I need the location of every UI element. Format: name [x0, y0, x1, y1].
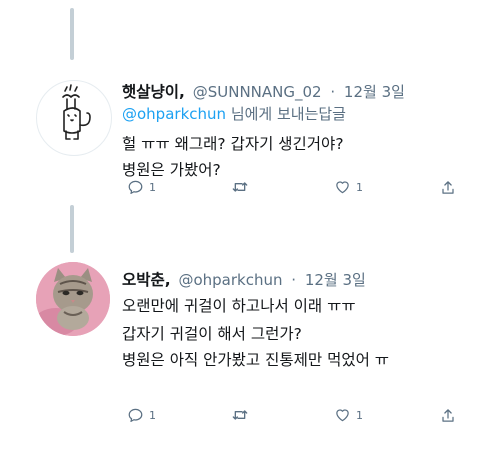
tweet1-reply-count: 1 — [149, 180, 156, 194]
tweet2-display-name[interactable]: 오박춘, — [122, 271, 171, 289]
like-icon — [336, 181, 349, 194]
retweet-icon — [232, 410, 248, 420]
tweet2-like-button[interactable]: 1 — [335, 408, 363, 422]
tweet1-header: 햇살냥이, @SUNNNANG_02 · 12월 3일 — [122, 80, 405, 102]
tweet2-header: 오박춘, @ohparkchun · 12월 3일 — [122, 268, 366, 290]
avatar-sunnnang[interactable] — [36, 80, 112, 156]
tweet2-separator: · — [291, 271, 297, 289]
tweet1-display-name[interactable]: 햇살냥이, — [122, 83, 185, 101]
retweet-icon — [232, 182, 248, 192]
reply-to-suffix: 님에게 보내는답글 — [230, 105, 346, 123]
tweet1-text-line-2: 병원은 가봤어? — [122, 161, 221, 179]
tweet2-text-line-1: 오랜만에 귀걸이 하고나서 이래 ㅠㅠ — [122, 297, 356, 315]
share-icon — [442, 409, 454, 422]
tweet2-text-line-2: 갑자기 귀걸이 해서 그런가? — [122, 325, 302, 343]
tweet1-reply-button[interactable]: 1 — [128, 180, 156, 194]
tweet1-actions: 1 1 — [128, 180, 480, 200]
tweet1-text-line-1: 헐 ㅠㅠ 왜그래? 갑자기 생긴거야? — [122, 135, 344, 153]
tweet1-like-count: 1 — [356, 180, 363, 194]
tweet2-text-line-3: 병원은 아직 안가봤고 진통제만 먹었어 ㅠ — [122, 351, 390, 369]
tweet1-date[interactable]: 12월 3일 — [344, 83, 405, 101]
tweet2-actions: 1 1 — [128, 408, 480, 428]
tweet1-handle[interactable]: @SUNNNANG_02 — [193, 83, 322, 101]
tweet2-share-button[interactable] — [441, 408, 455, 423]
tweet2-retweet-button[interactable] — [232, 408, 254, 422]
reply-icon — [128, 180, 143, 194]
tweet2-reply-count: 1 — [149, 408, 156, 422]
tweet2-like-count: 1 — [356, 408, 363, 422]
tweet1-reply-context: @ohparkchun 님에게 보내는답글 — [122, 103, 346, 124]
reply-icon — [128, 408, 143, 422]
avatar-ohparkchun[interactable] — [36, 262, 110, 336]
tweet-reply-1[interactable]: 햇살냥이, @SUNNNANG_02 · 12월 3일 @ohparkchun … — [0, 0, 480, 205]
thread-connector-middle — [70, 205, 74, 253]
cat-doodle-avatar-icon — [62, 84, 91, 140]
tweet2-handle[interactable]: @ohparkchun — [178, 271, 282, 289]
tweet1-share-button[interactable] — [441, 180, 455, 195]
tweet2-reply-button[interactable]: 1 — [128, 408, 156, 422]
tweet1-retweet-button[interactable] — [232, 180, 254, 194]
tweet1-separator: · — [330, 83, 336, 101]
tweet2-date[interactable]: 12월 3일 — [305, 271, 366, 289]
like-icon — [336, 409, 349, 422]
tweet-reply-2[interactable]: 오박춘, @ohparkchun · 12월 3일 오랜만에 귀걸이 하고나서 … — [0, 255, 480, 470]
tweet1-like-button[interactable]: 1 — [335, 180, 363, 194]
share-icon — [442, 181, 454, 194]
cat-photo-avatar-icon — [36, 262, 110, 336]
reply-to-handle-link[interactable]: @ohparkchun — [122, 105, 226, 123]
